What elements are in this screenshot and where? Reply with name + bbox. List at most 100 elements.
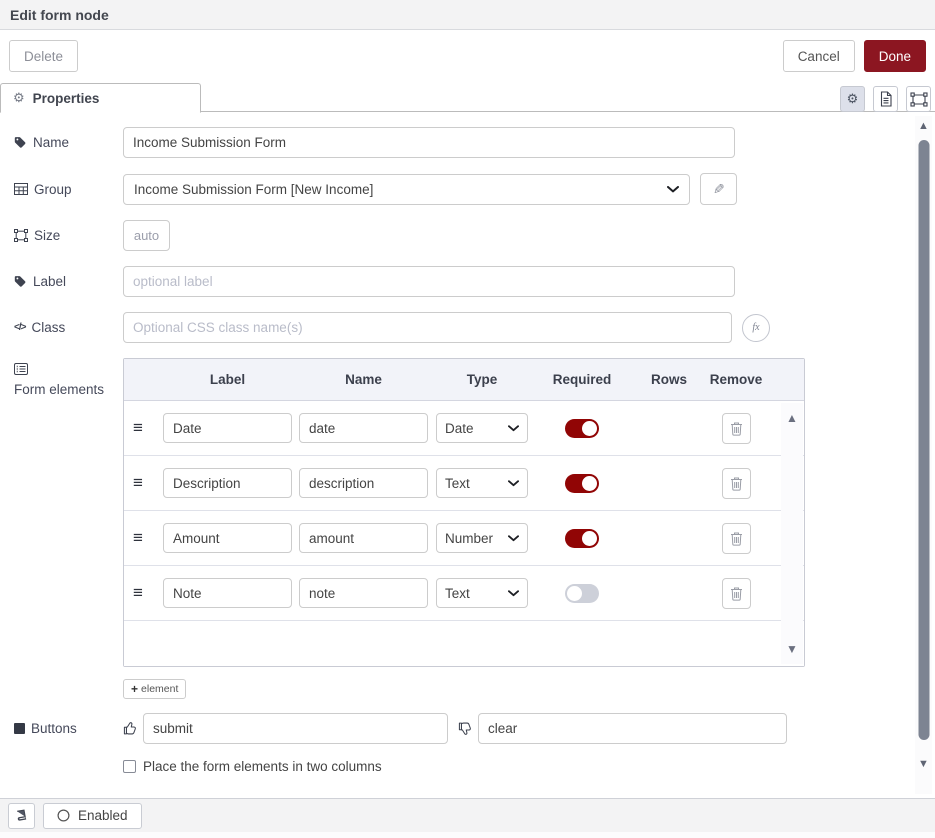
dialog-title: Edit form node [0,0,935,30]
two-columns-label: Place the form elements in two columns [143,759,382,774]
element-type-select[interactable]: Text [436,468,528,498]
list-alt-icon [14,363,28,375]
column-header-type: Type [432,372,532,387]
chevron-down-icon [508,425,519,432]
gear-icon: ⚙ [13,90,25,106]
scroll-down-icon[interactable]: ▼ [918,758,929,770]
gear-icon: ⚙ [847,91,859,107]
label-label-text: Label [33,273,66,290]
drag-handle[interactable]: ≡ [130,473,160,493]
description-tool-button[interactable] [873,86,898,112]
name-label: Name [14,134,123,151]
clear-button-input[interactable] [478,713,787,744]
buttons-label: Buttons [14,720,123,737]
done-button[interactable]: Done [864,40,926,72]
form-element-row: ≡ Text [124,456,804,511]
form-elements-row: Form elements LabelNameTypeRequiredRowsR… [14,358,935,667]
group-label: Group [14,181,123,198]
drag-handle-icon: ≡ [133,473,143,493]
element-label-input[interactable] [163,468,292,498]
add-element-button[interactable]: + element [123,679,186,699]
scroll-up-icon[interactable]: ▲ [786,412,798,424]
trash-icon [730,586,743,601]
main-scrollbar[interactable]: ▲ ▼ [915,116,932,794]
element-required-toggle[interactable] [565,474,599,493]
scrollbar-thumb[interactable] [918,140,929,740]
appearance-tool-button[interactable] [906,86,931,112]
element-name-input[interactable] [299,413,428,443]
name-input[interactable] [123,127,735,158]
add-element-label: element [141,683,178,695]
book-icon [15,809,28,823]
column-header-rows: Rows [632,372,706,387]
table-scrollbar[interactable]: ▲ ▼ [781,403,803,664]
plus-icon: + [131,682,138,696]
two-columns-checkbox[interactable] [123,760,136,773]
chevron-down-icon [508,590,519,597]
column-header-label: Label [160,372,295,387]
class-input[interactable] [123,312,732,343]
class-label-text: Class [31,319,65,336]
drag-handle-icon: ≡ [133,583,143,603]
element-type-select[interactable]: Number [436,523,528,553]
chevron-down-icon [667,186,679,193]
scroll-up-icon[interactable]: ▲ [918,120,929,132]
two-columns-row: Place the form elements in two columns [14,759,935,774]
cancel-button[interactable]: Cancel [783,40,855,72]
edit-group-button[interactable]: ✎ [700,173,737,205]
remove-element-button[interactable] [722,523,751,554]
element-required-toggle[interactable] [565,419,599,438]
delete-button[interactable]: Delete [9,40,78,72]
element-type-value: Text [445,476,470,491]
code-icon: </> [14,319,25,336]
element-required-toggle[interactable] [565,529,599,548]
square-icon [14,723,25,734]
element-name-input[interactable] [299,523,428,553]
element-name-input[interactable] [299,578,428,608]
element-label-input[interactable] [163,578,292,608]
element-type-select[interactable]: Text [436,578,528,608]
group-select[interactable]: Income Submission Form [New Income] [123,174,690,205]
edit-form-node-dialog: Edit form node Delete Cancel Done ⚙ Prop… [0,0,935,838]
form-elements-label-text: Form elements [14,381,104,398]
group-select-value: Income Submission Form [New Income] [134,182,373,197]
drag-handle[interactable]: ≡ [130,418,160,438]
form-element-row: ≡ Date [124,401,804,456]
drag-handle[interactable]: ≡ [130,528,160,548]
remove-element-button[interactable] [722,468,751,499]
pencil-icon: ✎ [713,181,725,198]
size-label: Size [14,227,123,244]
name-row: Name [14,127,935,158]
element-required-toggle[interactable] [565,584,599,603]
tab-properties[interactable]: ⚙ Properties [0,83,201,113]
trash-icon [730,476,743,491]
docs-button[interactable] [8,803,35,829]
scroll-down-icon[interactable]: ▼ [786,643,798,655]
form-element-row: ≡ Number [124,511,804,566]
element-name-input[interactable] [299,468,428,498]
remove-element-button[interactable] [722,413,751,444]
object-group-icon [14,229,28,242]
properties-tool-button[interactable]: ⚙ [840,86,865,112]
class-label: </> Class [14,319,123,336]
add-element-row: + element [14,679,935,699]
remove-element-button[interactable] [722,578,751,609]
group-row: Group Income Submission Form [New Income… [14,173,935,205]
drag-handle[interactable]: ≡ [130,583,160,603]
buttons-label-text: Buttons [31,720,77,737]
chevron-down-icon [508,480,519,487]
submit-button-input[interactable] [143,713,448,744]
tab-bar: ⚙ Properties ⚙ [0,82,935,112]
element-type-value: Date [445,421,474,436]
enabled-label: Enabled [78,808,128,823]
bottom-strip [0,832,935,838]
enabled-toggle-button[interactable]: Enabled [43,803,142,829]
element-type-select[interactable]: Date [436,413,528,443]
thumbs-down-icon [458,721,473,736]
label-input[interactable] [123,266,735,297]
expand-editor-button[interactable]: fx [742,314,770,342]
element-label-input[interactable] [163,413,292,443]
node-appearance-icon [910,92,928,107]
element-label-input[interactable] [163,523,292,553]
size-button[interactable]: auto [123,220,170,251]
